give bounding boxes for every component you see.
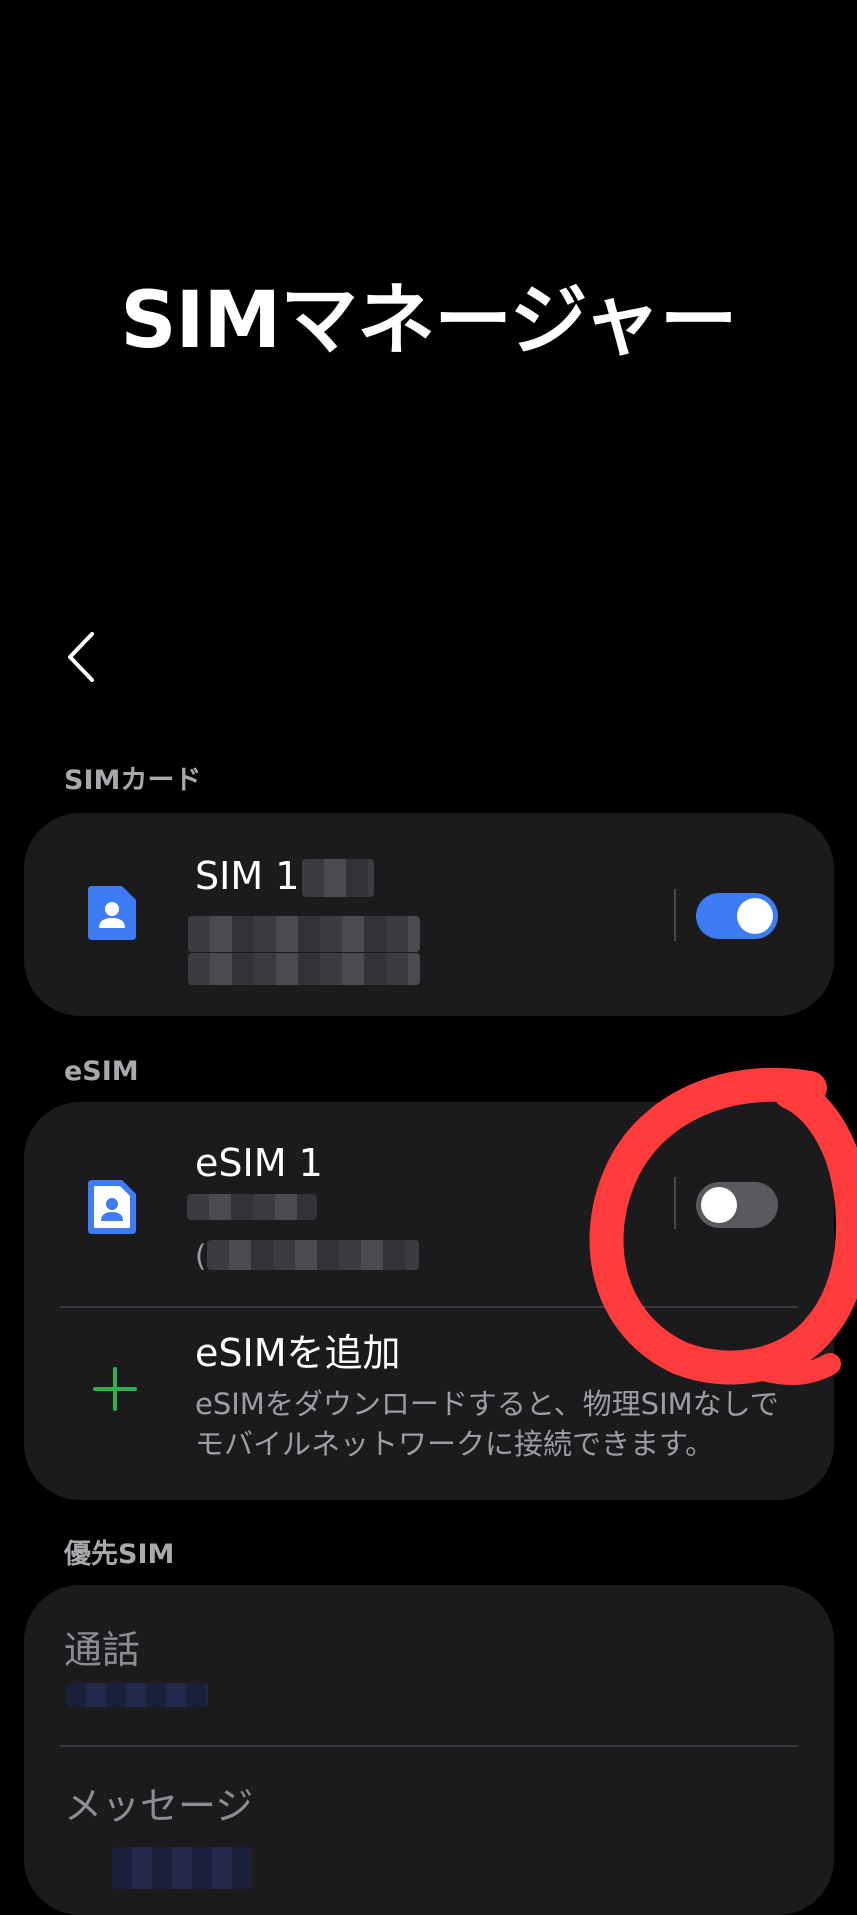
annotation-circle: [580, 1066, 857, 1396]
page-title: SIMマネージャー: [120, 276, 737, 366]
sim1-toggle[interactable]: [696, 893, 778, 939]
add-esim-title: eSIMを追加: [195, 1331, 401, 1375]
section-label-esim: eSIM: [64, 1056, 139, 1087]
esim1-row[interactable]: eSIM 1 (: [24, 1102, 664, 1302]
sim-card-group: SIM 1: [24, 813, 834, 1016]
add-esim-description-line2: モバイルネットワークに接続できます。: [195, 1427, 715, 1461]
esim1-title: eSIM 1: [195, 1141, 323, 1185]
sim1-row[interactable]: SIM 1: [24, 813, 664, 1016]
esim1-subtitle: (: [195, 1239, 207, 1273]
sim1-title: SIM 1: [195, 854, 300, 898]
back-button[interactable]: [58, 626, 108, 688]
chevron-left-icon: [68, 632, 94, 682]
sim-card-icon: [86, 1178, 138, 1240]
section-label-sim-card: SIMカード: [64, 765, 202, 796]
toggle-knob: [737, 898, 773, 934]
sim-card-icon: [86, 884, 138, 946]
preferred-call-row[interactable]: 通話: [24, 1585, 834, 1745]
redacted-area: [187, 1194, 317, 1220]
divider: [674, 889, 676, 941]
redacted-area: [66, 1683, 208, 1707]
redacted-area: [302, 859, 374, 897]
preferred-sim-group: 通話 メッセージ: [24, 1585, 834, 1915]
call-label: 通話: [64, 1628, 141, 1672]
redacted-area: [207, 1240, 419, 1270]
redacted-area: [188, 916, 420, 952]
section-label-preferred-sim: 優先SIM: [64, 1539, 175, 1570]
plus-icon: [92, 1366, 138, 1416]
message-label: メッセージ: [64, 1784, 254, 1828]
preferred-message-row[interactable]: メッセージ: [24, 1747, 834, 1915]
redacted-area: [112, 1847, 252, 1889]
redacted-area: [188, 953, 420, 985]
